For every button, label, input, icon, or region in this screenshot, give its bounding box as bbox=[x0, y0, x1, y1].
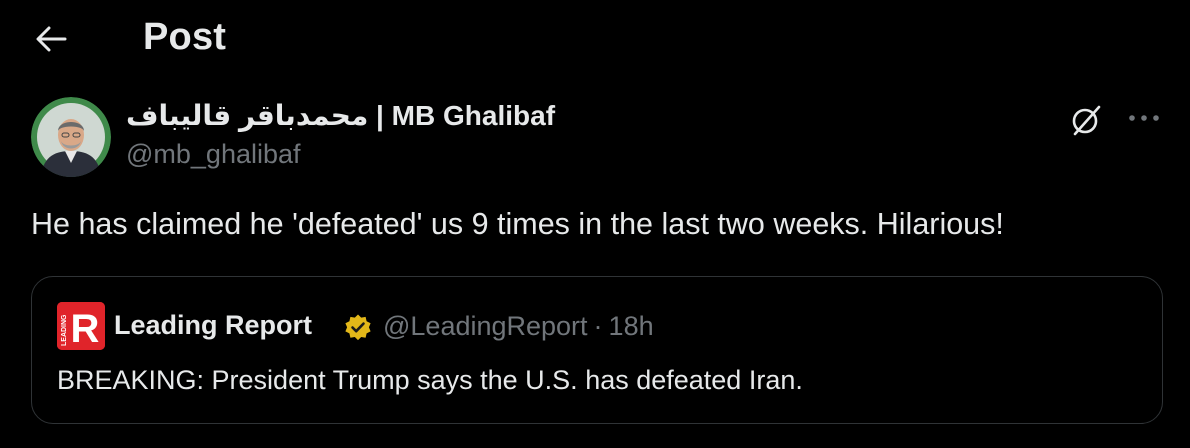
page-title: Post bbox=[143, 16, 227, 58]
meta-separator: · bbox=[593, 311, 603, 341]
grok-icon bbox=[1072, 105, 1101, 136]
quoted-post-text: BREAKING: President Trump says the U.S. … bbox=[57, 365, 803, 395]
more-options-button[interactable] bbox=[1122, 100, 1166, 136]
author-avatar[interactable] bbox=[31, 97, 111, 177]
svg-text:R: R bbox=[71, 307, 100, 350]
quoted-author-handle[interactable]: @LeadingReport bbox=[383, 311, 588, 341]
back-button[interactable] bbox=[30, 20, 72, 58]
post-page: Post محمدباقر قالیباف | MB Ghalibaf @mb_… bbox=[0, 0, 1190, 448]
quoted-meta: @LeadingReport · 18h bbox=[383, 311, 654, 342]
arrow-left-icon bbox=[36, 26, 67, 52]
avatar-image bbox=[31, 97, 111, 177]
quoted-post-card[interactable]: R LEADING Leading Report @LeadingReport ·… bbox=[31, 276, 1163, 424]
top-header: Post bbox=[0, 0, 1190, 78]
svg-text:LEADING: LEADING bbox=[61, 314, 68, 346]
grok-button[interactable] bbox=[1066, 100, 1106, 140]
verified-badge-icon bbox=[345, 314, 371, 341]
quoted-author-name[interactable]: Leading Report bbox=[114, 310, 312, 341]
author-display-name[interactable]: محمدباقر قالیباف | MB Ghalibaf bbox=[126, 99, 555, 132]
quoted-timestamp[interactable]: 18h bbox=[609, 311, 654, 341]
leading-report-logo: R LEADING bbox=[57, 302, 105, 350]
more-horizontal-icon bbox=[1129, 115, 1159, 121]
post-text: He has claimed he 'defeated' us 9 times … bbox=[31, 207, 1004, 241]
quoted-author-avatar[interactable]: R LEADING bbox=[57, 302, 105, 350]
author-handle[interactable]: @mb_ghalibaf bbox=[126, 139, 301, 170]
